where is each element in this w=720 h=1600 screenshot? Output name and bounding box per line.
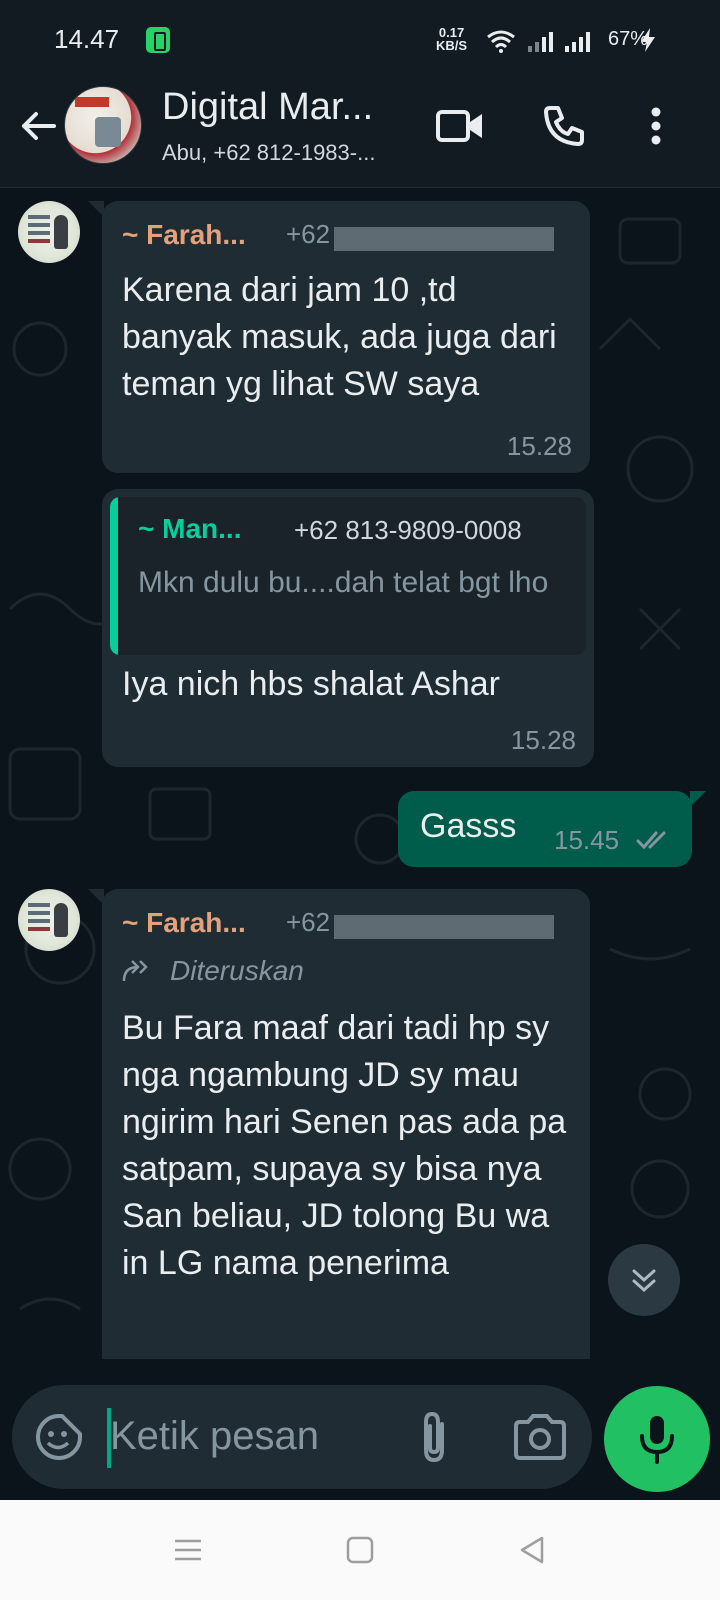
sticker-icon[interactable]	[34, 1412, 84, 1462]
chevron-down-icon	[632, 1269, 656, 1293]
sender-avatar[interactable]	[18, 201, 80, 263]
system-nav-bar	[0, 1500, 720, 1600]
quoted-number: +62 813-9809-0008	[294, 515, 522, 545]
attach-icon[interactable]	[410, 1410, 460, 1466]
scroll-to-bottom-button[interactable]	[608, 1244, 680, 1316]
message-bubble[interactable]: ~ Farah... +62 Karena dari jam 10 ,td ba…	[88, 201, 590, 473]
back-button[interactable]	[510, 1528, 554, 1572]
phone-call-icon[interactable]	[538, 100, 590, 152]
camera-icon[interactable]	[512, 1412, 568, 1462]
battery-saver-icon	[146, 27, 170, 53]
redacted-number	[334, 227, 554, 251]
double-check-icon	[636, 831, 666, 850]
group-title[interactable]: Digital Mar...	[162, 86, 373, 129]
quoted-text: Mkn dulu bu....dah telat bgt lho	[138, 566, 549, 599]
signal-icon	[565, 30, 590, 52]
sender-name[interactable]: ~ Farah...	[122, 907, 246, 939]
status-time: 14.47	[54, 24, 120, 54]
forward-icon	[122, 960, 148, 982]
message-time: 15.28	[510, 725, 576, 755]
quoted-message[interactable]: ~ Man... +62 813-9809-0008 Mkn dulu bu..…	[110, 497, 586, 655]
message-text: Bu Fara maaf dari tadi hp sy nga ngambun…	[122, 1009, 567, 1282]
signal-icon	[528, 30, 553, 52]
home-button[interactable]	[338, 1528, 382, 1572]
back-arrow-icon[interactable]	[18, 106, 58, 146]
menu-icon	[175, 1539, 201, 1561]
group-members[interactable]: Abu, +62 812-1983-...	[162, 140, 375, 166]
forwarded-label: Diteruskan	[170, 955, 304, 986]
message-text: Karena dari jam 10 ,td banyak masuk, ada…	[122, 271, 557, 403]
mic-icon	[640, 1416, 674, 1464]
wifi-icon	[487, 30, 515, 53]
quote-bar	[110, 497, 118, 655]
chat-header: Digital Mar... Abu, +62 812-1983-...	[0, 80, 720, 188]
net-speed-unit: KB/S	[436, 38, 468, 53]
message-time: 15.28	[506, 431, 572, 461]
message-placeholder[interactable]: Ketik pesan	[110, 1414, 319, 1459]
quoted-sender: ~ Man...	[138, 513, 242, 544]
charging-icon	[641, 28, 655, 52]
redacted-number	[334, 915, 554, 939]
message-time: 15.45	[554, 825, 620, 855]
sender-number: +62	[286, 907, 331, 937]
net-speed: 0.17 KB/S	[436, 26, 467, 52]
chat-area[interactable]: ~ Farah... +62 Karena dari jam 10 ,td ba…	[0, 189, 720, 1359]
status-bar: 14.47 0.17 KB/S 67%	[0, 0, 720, 80]
sender-number: +62	[286, 219, 331, 249]
message-text: Gasss	[420, 807, 517, 845]
group-avatar[interactable]	[64, 86, 142, 164]
video-call-icon[interactable]	[434, 100, 486, 152]
sender-avatar[interactable]	[18, 889, 80, 951]
message-bubble[interactable]: ~ Man... +62 813-9809-0008 Mkn dulu bu..…	[102, 489, 594, 767]
more-vert-icon[interactable]	[630, 100, 682, 152]
voice-record-button[interactable]	[604, 1386, 710, 1492]
message-bubble[interactable]: ~ Farah... +62 Diteruskan Bu Fara maaf d…	[88, 889, 590, 1359]
home-icon	[346, 1536, 374, 1564]
message-bubble-outgoing[interactable]: Gasss 15.45	[398, 791, 706, 867]
back-triangle-icon	[520, 1536, 544, 1564]
recents-button[interactable]	[166, 1528, 210, 1572]
sender-name[interactable]: ~ Farah...	[122, 219, 246, 251]
message-text: Iya nich hbs shalat Ashar	[122, 665, 501, 703]
